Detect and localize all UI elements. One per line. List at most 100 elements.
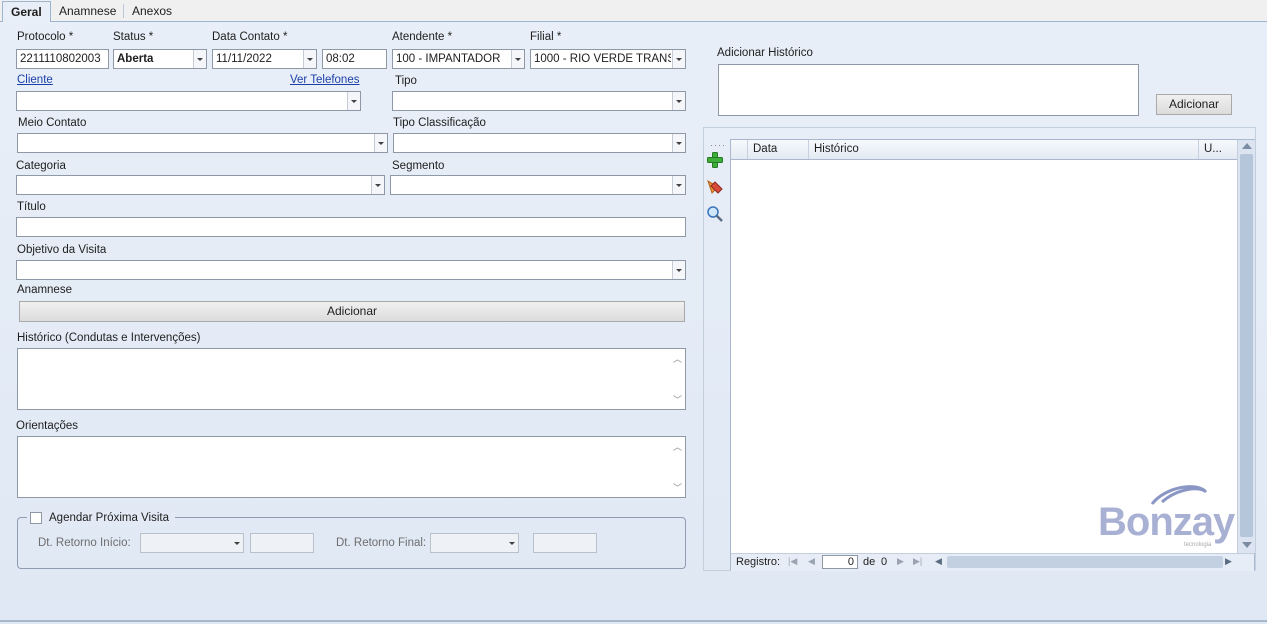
filial-label: Filial * (530, 31, 562, 43)
scrollbar[interactable]: ︿ ﹀ (670, 438, 684, 496)
protocolo-label: Protocolo * (17, 31, 74, 43)
atendente-value: 100 - IMPANTADOR (396, 53, 501, 65)
scroll-up-icon[interactable] (1242, 143, 1252, 149)
pager-label: Registro: (736, 556, 781, 568)
scroll-down-icon[interactable]: ﹀ (673, 393, 682, 406)
pager-last-icon[interactable]: ▶| (913, 556, 922, 567)
scrollbar[interactable]: ︿ ﹀ (670, 350, 684, 408)
data-contato-label: Data Contato * (212, 31, 288, 43)
chevron-down-icon[interactable] (505, 534, 518, 552)
pager-total: 0 (881, 556, 888, 568)
historico-textarea[interactable]: ︿ ﹀ (17, 348, 686, 410)
anamnese-add-button[interactable]: Adicionar (19, 301, 685, 322)
titulo-label: Título (17, 201, 46, 213)
cliente-select[interactable] (16, 91, 361, 111)
data-contato-date[interactable]: 11/11/2022 (212, 49, 317, 69)
chevron-down-icon[interactable] (672, 50, 685, 68)
data-contato-time[interactable]: 08:02 (322, 49, 387, 69)
chevron-down-icon[interactable] (193, 50, 206, 68)
bonzay-logo: Bonzay tecnologia (1096, 482, 1241, 552)
retorno-inicio-label: Dt. Retorno Início: (38, 537, 131, 549)
status-value: Aberta (117, 53, 154, 65)
orientacoes-textarea[interactable]: ︿ ﹀ (17, 436, 686, 498)
search-icon[interactable] (706, 205, 724, 223)
adicionar-historico-button[interactable]: Adicionar (1156, 94, 1232, 115)
protocolo-field[interactable]: 2211110802003 (16, 49, 109, 69)
chevron-down-icon[interactable] (371, 176, 384, 194)
retorno-final-label: Dt. Retorno Final: (336, 537, 427, 549)
agendar-legend: Agendar Próxima Visita (27, 510, 175, 526)
chevron-down-icon[interactable] (672, 261, 685, 279)
status-select[interactable]: Aberta (113, 49, 207, 69)
scroll-down-icon[interactable]: ﹀ (673, 481, 682, 494)
hscroll-right-icon[interactable]: ▶ (1225, 556, 1232, 567)
status-label: Status * (113, 31, 154, 43)
data-contato-date-value: 11/11/2022 (216, 53, 272, 65)
grid-column-u[interactable]: U... (1199, 140, 1237, 159)
tipo-label: Tipo (395, 75, 417, 87)
tipo-select[interactable] (392, 91, 686, 111)
retorno-final-date[interactable] (430, 533, 519, 553)
chevron-down-icon[interactable] (672, 92, 685, 110)
hscroll-thumb[interactable] (947, 556, 1223, 568)
filial-value: 1000 - RIO VERDE TRANSP (534, 53, 671, 65)
chevron-down-icon[interactable] (374, 134, 387, 152)
chevron-down-icon[interactable] (347, 92, 360, 110)
anamnese-label: Anamnese (17, 284, 72, 296)
pager-current-input[interactable]: 0 (822, 555, 858, 569)
filial-select[interactable]: 1000 - RIO VERDE TRANSP (530, 49, 686, 69)
window-bottom-border (0, 620, 1267, 622)
objetivo-label: Objetivo da Visita (17, 244, 107, 256)
grid-column-historico[interactable]: Histórico (809, 140, 1199, 159)
agendar-checkbox[interactable] (30, 512, 42, 524)
add-icon[interactable] (706, 151, 724, 169)
bonzay-brand: Bonzay (1098, 500, 1235, 544)
chevron-down-icon[interactable] (230, 534, 243, 552)
scroll-up-icon[interactable]: ︿ (673, 352, 682, 365)
meio-contato-select[interactable] (17, 133, 388, 153)
chevron-down-icon[interactable] (303, 50, 316, 68)
tab-anamnese[interactable]: Anamnese (51, 2, 124, 20)
atendente-select[interactable]: 100 - IMPANTADOR (392, 49, 525, 69)
categoria-label: Categoria (16, 160, 66, 172)
historico-label: Histórico (Condutas e Intervenções) (17, 332, 201, 344)
adicionar-historico-label: Adicionar Histórico (717, 47, 813, 59)
chevron-down-icon[interactable] (511, 50, 524, 68)
cliente-link[interactable]: Cliente (17, 74, 53, 86)
grid-column-data[interactable]: Data (748, 140, 809, 159)
meio-contato-label: Meio Contato (18, 117, 87, 129)
pager-prev-icon[interactable]: ◀ (808, 556, 815, 567)
titulo-input[interactable] (16, 217, 686, 237)
hscroll-left-icon[interactable]: ◀ (935, 556, 942, 567)
objetivo-select[interactable] (16, 260, 686, 280)
agendar-label: Agendar Próxima Visita (49, 512, 169, 524)
retorno-final-time[interactable] (533, 533, 597, 553)
orientacoes-label: Orientações (16, 420, 79, 432)
grid-column-u-label: U... (1204, 143, 1222, 155)
scroll-up-icon[interactable]: ︿ (673, 440, 682, 453)
scroll-down-icon[interactable] (1242, 542, 1252, 548)
scroll-thumb[interactable] (1240, 154, 1253, 537)
pager-first-icon[interactable]: |◀ (788, 556, 797, 567)
chevron-down-icon[interactable] (672, 176, 685, 194)
adicionar-historico-textarea[interactable] (718, 64, 1139, 116)
tipo-classificacao-label: Tipo Classificação (393, 117, 486, 129)
ver-telefones-link[interactable]: Ver Telefones (290, 74, 359, 86)
segmento-label: Segmento (392, 160, 445, 172)
tab-anexos[interactable]: Anexos (124, 2, 180, 20)
edit-icon[interactable] (706, 178, 724, 196)
grid-pager: Registro: |◀ ◀ 0 de 0 ▶ ▶| ◀ ▶ (731, 553, 1254, 571)
pager-of-label: de (863, 556, 876, 568)
chevron-down-icon[interactable] (672, 134, 685, 152)
tab-geral[interactable]: Geral (2, 1, 51, 22)
atendente-label: Atendente * (392, 31, 453, 43)
segmento-select[interactable] (390, 175, 686, 195)
toolbar-grip: ···· (710, 140, 726, 150)
retorno-inicio-date[interactable] (140, 533, 244, 553)
tipo-classificacao-select[interactable] (393, 133, 686, 153)
retorno-inicio-time[interactable] (250, 533, 314, 553)
tab-bar (0, 0, 1267, 22)
categoria-select[interactable] (16, 175, 385, 195)
grid-indicator-column (731, 140, 748, 159)
pager-next-icon[interactable]: ▶ (897, 556, 904, 567)
